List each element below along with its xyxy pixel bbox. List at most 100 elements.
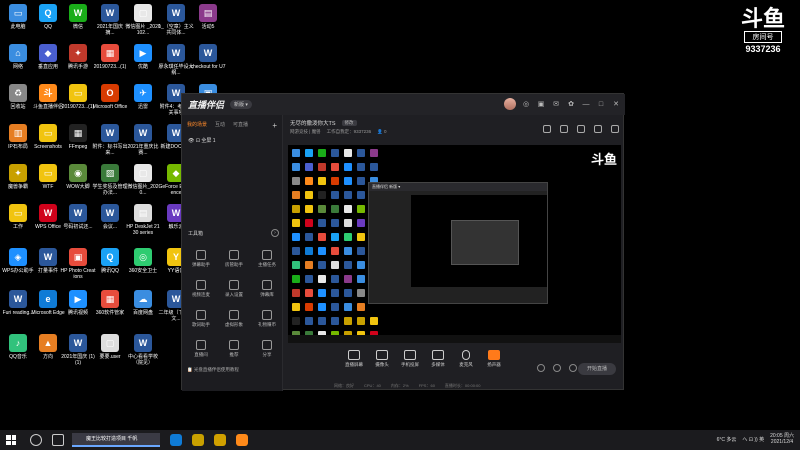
media-button[interactable]: 多媒体 (426, 350, 450, 368)
tab-live[interactable]: 可直播 (233, 121, 248, 130)
lock-icon[interactable] (560, 125, 568, 133)
preview-mini-icon (344, 149, 352, 157)
desktop-icon-image: W (69, 334, 87, 352)
tray-icons[interactable]: へ ⊡ )) 英 (742, 436, 764, 443)
desktop-icon[interactable]: ▶ 优酷 (125, 44, 161, 70)
desktop-icon[interactable]: W 微信 (60, 4, 96, 30)
desktop-icon[interactable]: Wcheckout for U7 (190, 44, 226, 70)
windows-start-button[interactable] (4, 433, 18, 447)
settings-icon[interactable]: ✿ (566, 100, 576, 108)
toolbox-item[interactable]: 虚拟形象 (219, 310, 249, 328)
desktop-icon[interactable]: W 2021年国庆 (1)(1) (60, 334, 96, 366)
chat-icon[interactable] (577, 125, 585, 133)
desktop-icon[interactable]: W 2021年国庆 摘... (92, 4, 128, 36)
scene-item[interactable]: 👁 ⊡ 全屏 1 (182, 134, 282, 147)
task-view-icon[interactable] (52, 434, 64, 446)
desktop-icon[interactable]: O Microsoft Office (92, 84, 128, 110)
desktop-icon[interactable]: ▢ 要要.user (92, 334, 128, 360)
tab-my-scenes[interactable]: 我的场景 (187, 121, 207, 130)
desktop-icon[interactable]: W 中心看看学校（院见） (125, 334, 161, 366)
desktop-icon-image: W (9, 290, 27, 308)
desktop-icon[interactable]: ▦ 20190723...(1) (92, 44, 128, 70)
taskbar-active-window[interactable]: 魔王比较打造项目 千帆 (72, 433, 160, 447)
share-icon[interactable] (594, 125, 602, 133)
minimize-icon[interactable]: — (581, 101, 591, 108)
desktop-icon[interactable]: ◎ 360安全卫士 (125, 248, 161, 274)
control-label: 直播屏幕 (345, 362, 363, 367)
camera-button[interactable]: 摄像头 (370, 350, 394, 368)
toolbox-item[interactable]: 房管助手 (219, 250, 249, 268)
desktop-icon-image: ⌂ (9, 44, 27, 62)
toolbox-item[interactable]: 分享 (252, 340, 282, 358)
desktop-icon[interactable]: W 廖永琪任毕设大纲... (158, 44, 194, 76)
beauty-icon[interactable] (537, 364, 545, 372)
weather[interactable]: 6°C 多云 (717, 436, 737, 443)
version-badge[interactable]: 新版 ▾ (230, 100, 252, 109)
desktop-icon[interactable]: ▢ 微信图片_2020... (125, 164, 161, 196)
skin-icon[interactable]: ◎ (521, 100, 531, 108)
desktop-icon[interactable]: ▣ HP Photo Creations (60, 248, 96, 280)
desktop-icon[interactable]: ✈ 迅雷 (125, 84, 161, 110)
stream-preview[interactable]: 斗鱼 直播伴侣 新版 ▾ (288, 145, 621, 343)
preview-mini-icon (344, 191, 352, 199)
desktop-icon[interactable]: ▦ FFmpeg (60, 124, 96, 150)
desktop-icon[interactable]: ▭ 20190723...(1) (60, 84, 96, 110)
preview-mini-icon (344, 275, 352, 283)
desktop-icon[interactable]: ◉ WOW大脚 (60, 164, 96, 190)
close-icon[interactable]: ✕ (611, 100, 621, 108)
preview-mini-icon (331, 275, 339, 283)
start-live-button[interactable]: 开始直播 (578, 363, 616, 375)
toolbox-item[interactable]: 礼物赚币 (252, 310, 282, 328)
screen-button[interactable]: 直播屏幕 (342, 350, 366, 368)
toolbox-item[interactable]: 视频连麦 (186, 280, 216, 298)
preview-mini-icon (292, 247, 300, 255)
mic-button[interactable]: 麦克风 (454, 350, 478, 368)
desktop-icon[interactable]: ▢ 微信图片 _2020102... (125, 4, 161, 36)
tab-interaction[interactable]: 互动 (215, 121, 225, 130)
toolbox-item[interactable]: 推荐 (219, 340, 249, 358)
desktop-icon[interactable]: W 号码初试还... (60, 204, 96, 230)
edge-icon[interactable] (170, 434, 182, 446)
toolbox-item[interactable]: 直播间 (186, 340, 216, 358)
desktop-icon[interactable]: W 会议... (92, 204, 128, 230)
desktop-icon[interactable]: ▤ HP DeskJet 2130 series (125, 204, 161, 236)
avatar[interactable] (504, 98, 516, 110)
add-scene-button[interactable]: + (272, 121, 277, 130)
desktop-icon[interactable]: ▦ 360软件管家 (92, 290, 128, 316)
settings-icon[interactable] (569, 364, 577, 372)
record-icon[interactable] (543, 125, 551, 133)
speaker-button[interactable]: 扬声器 (482, 350, 506, 368)
desktop-icon[interactable]: ▤ 活动5 (190, 4, 226, 30)
desktop-icon[interactable]: Q 腾讯QQ (92, 248, 128, 274)
wow-icon[interactable] (192, 434, 204, 446)
settings-icon[interactable] (611, 125, 619, 133)
douyu-icon[interactable] (236, 434, 248, 446)
tutorial-link[interactable]: 📋 光盘直播伴侣使用教程 (187, 367, 239, 373)
maximize-icon[interactable]: □ (596, 101, 606, 108)
toolbox-item[interactable]: 主播任务 (252, 250, 282, 268)
edit-title-button[interactable]: 修改 (341, 120, 357, 126)
toolbox-item[interactable]: 弹幕助手 (186, 250, 216, 268)
desktop-icon[interactable]: ▨ 学生奖惩及管理办法... (92, 164, 128, 196)
folder-icon[interactable] (214, 434, 226, 446)
desktop-icon-image: ◆ (39, 44, 57, 62)
toolbox-more-button[interactable]: › (271, 229, 279, 237)
message-icon[interactable]: ▣ (536, 100, 546, 108)
toolbox-item[interactable]: 歌词助手 (186, 310, 216, 328)
clock[interactable]: 20:05 周六 2021/12/4 (770, 433, 794, 445)
filter-icon[interactable] (553, 364, 561, 372)
toolbox-item[interactable]: 录入设置 (219, 280, 249, 298)
desktop-icon[interactable]: W 2021年重庆比赛... (125, 124, 161, 156)
phone-cast-button[interactable]: 手机投屏 (398, 350, 422, 368)
desktop-icon[interactable]: ▶ 腾讯视频 (60, 290, 96, 316)
search-icon[interactable] (30, 434, 42, 446)
desktop-icon[interactable]: ☁ 百度网盘 (125, 290, 161, 316)
title-bar[interactable]: 直播伴侣 新版 ▾ ◎ ▣ ✉ ✿ — □ ✕ (182, 94, 625, 115)
desktop-icon[interactable]: ✦ 腾讯手游 (60, 44, 96, 70)
desktop-icon[interactable]: W 附件：标书写出来... (92, 124, 128, 156)
room-category[interactable]: 网游竞技 | 魔兽 (290, 129, 321, 135)
desktop-icon[interactable]: W 1_（空章）主义共同体... (158, 4, 194, 36)
toolbox-item[interactable]: 弹幕库 (252, 280, 282, 298)
desktop-icon-image: W (167, 4, 185, 22)
gift-icon[interactable]: ✉ (551, 100, 561, 108)
